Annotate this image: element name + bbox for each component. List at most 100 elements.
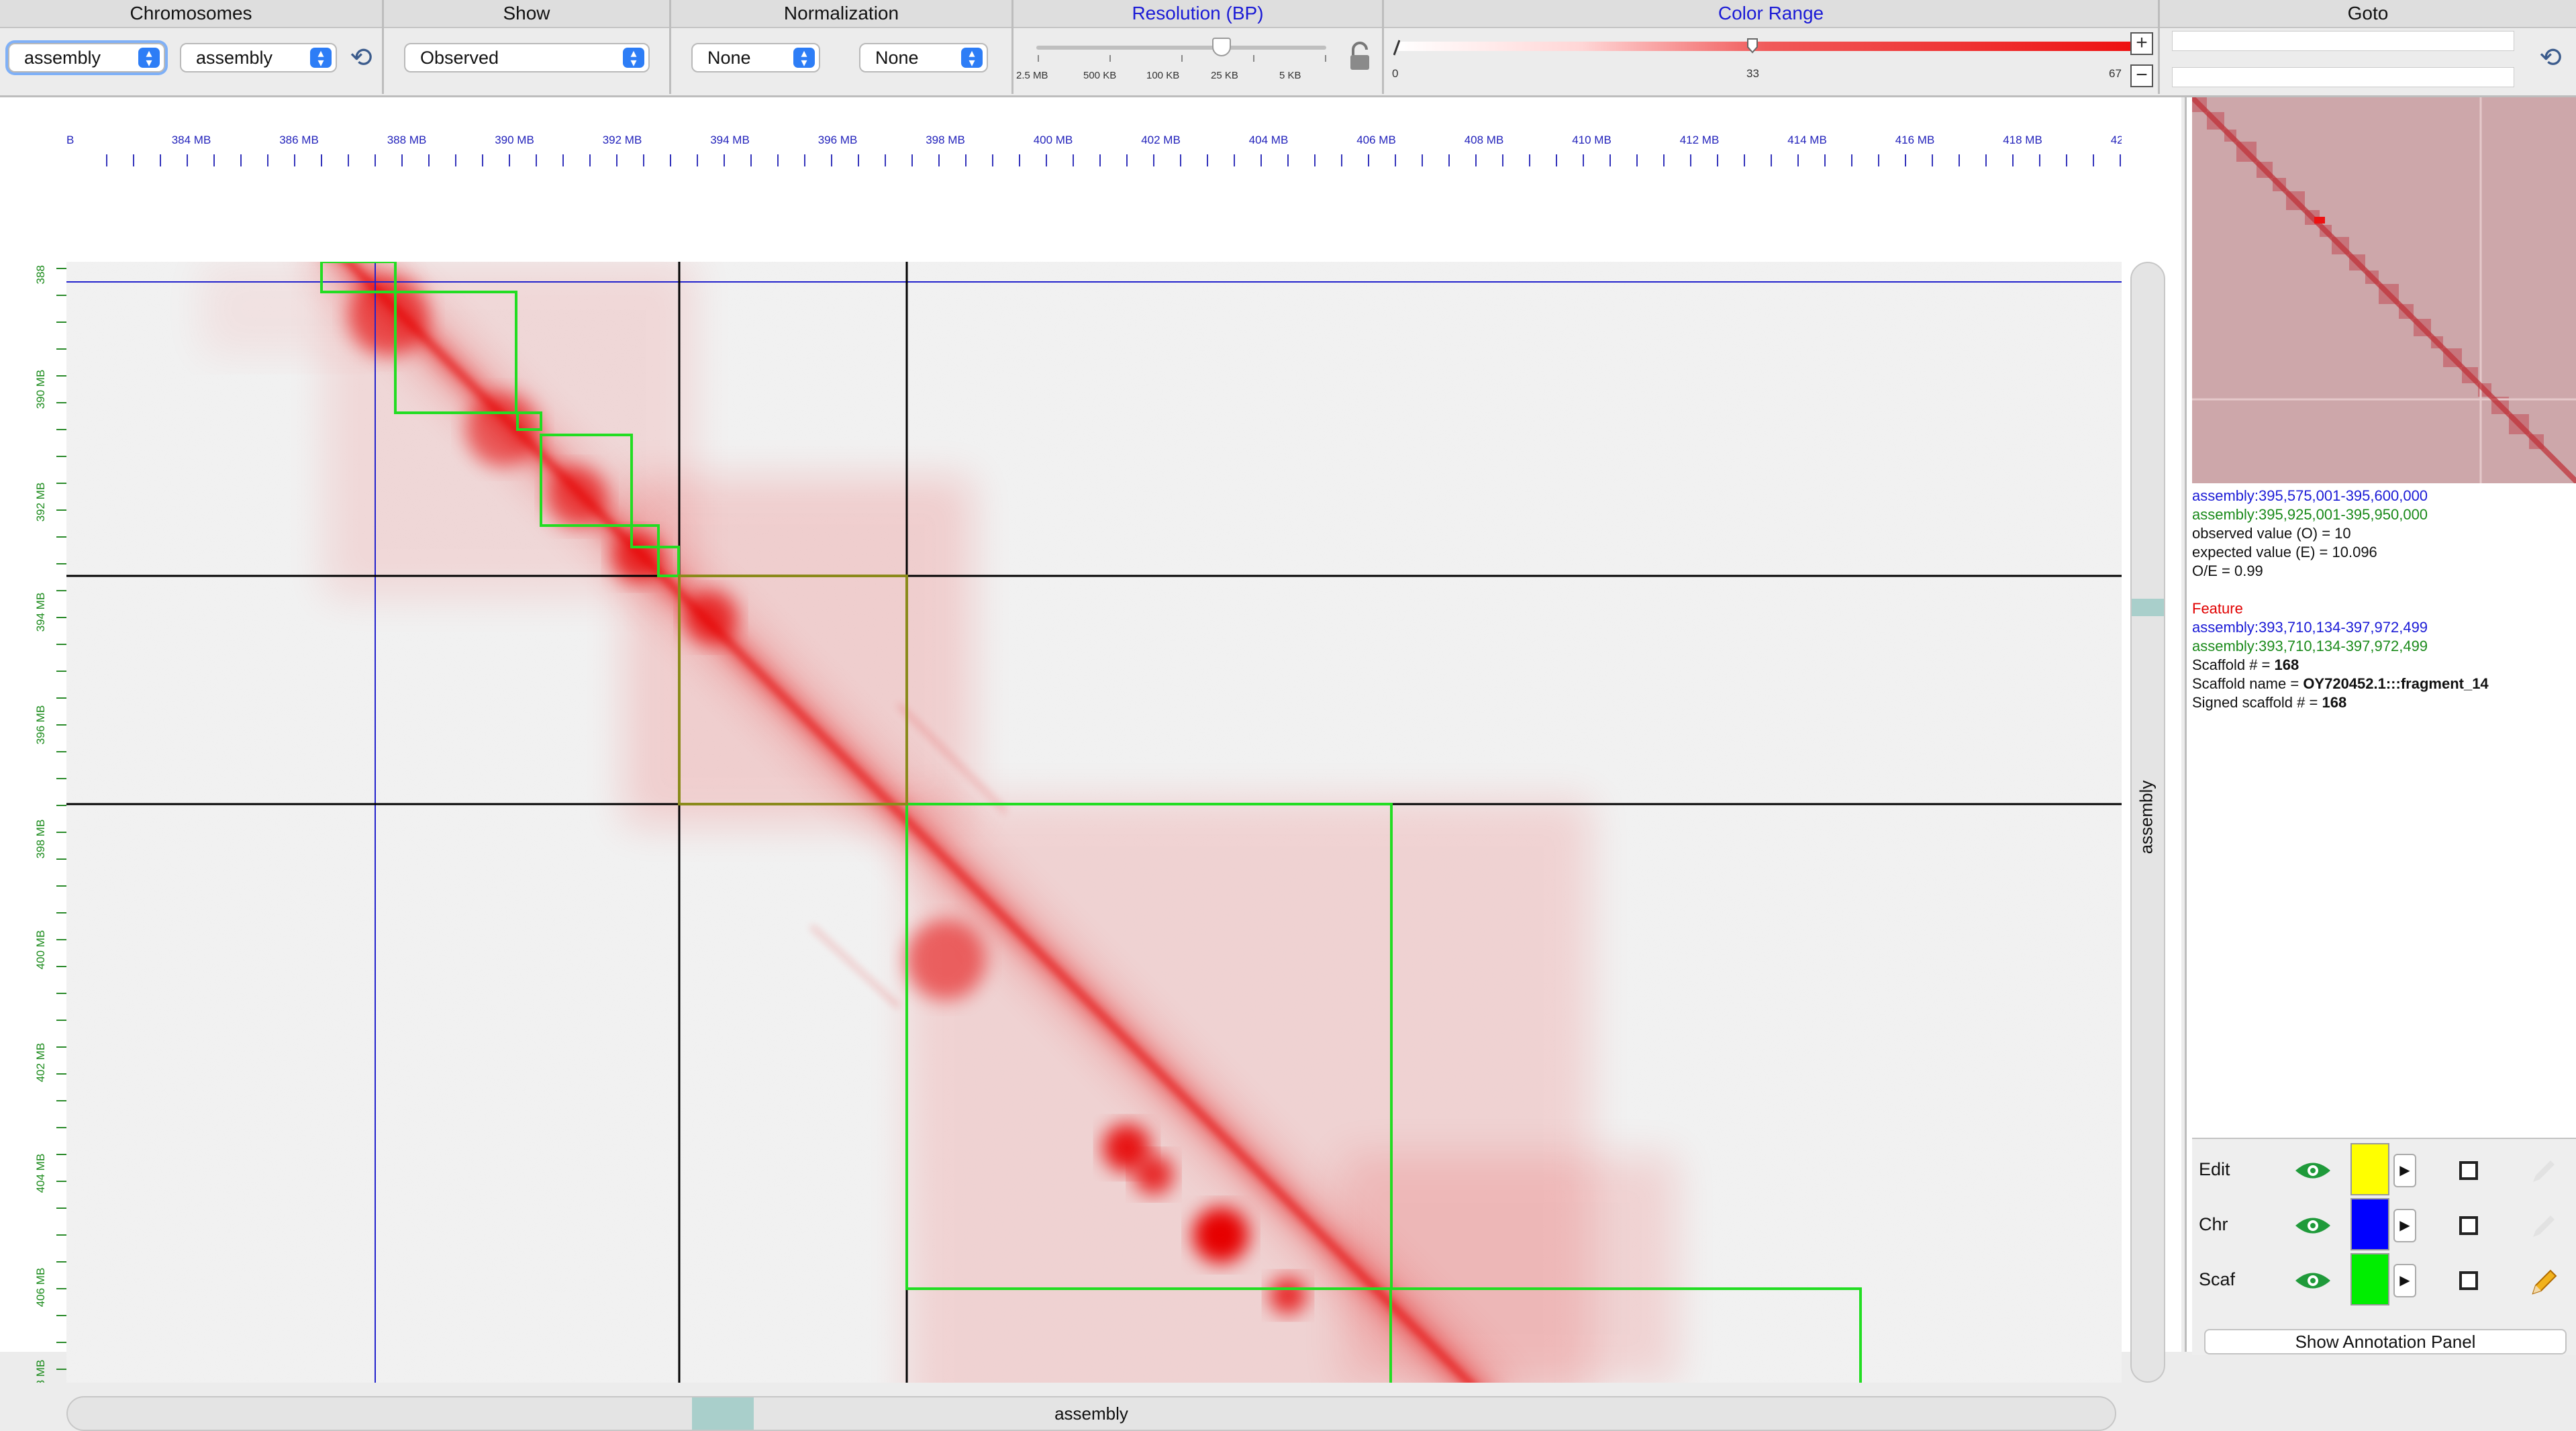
normalization-y-select[interactable]: None ▴ ▾	[859, 43, 988, 72]
normalization-section: Normalization None ▴ ▾ None ▴ ▾	[671, 0, 1013, 94]
show-select[interactable]: Observed ▴ ▾	[404, 43, 650, 72]
heat-spot	[348, 275, 429, 356]
left-axis-label: 396 MB	[34, 705, 47, 745]
normalization-header: Normalization	[671, 0, 1011, 28]
annotation-label: Edit	[2199, 1159, 2230, 1179]
annotation-color-swatch[interactable]	[2350, 1253, 2389, 1305]
top-axis-label: 406 MB	[1356, 134, 1396, 146]
goto-x-input[interactable]	[2172, 31, 2514, 51]
chromosome-x-select[interactable]: assembly ▴ ▾	[8, 43, 165, 72]
pencil-icon[interactable]	[2528, 1265, 2560, 1297]
color-range-min-handle[interactable]	[1393, 39, 1400, 56]
chevron-updown-icon: ▴ ▾	[138, 47, 160, 68]
show-section: Show Observed ▴ ▾	[384, 0, 671, 94]
left-axis-label: 400 MB	[34, 930, 47, 970]
play-icon[interactable]: ▶	[2393, 1154, 2416, 1187]
goto-y-input[interactable]	[2172, 67, 2514, 87]
pencil-icon[interactable]	[2528, 1155, 2560, 1187]
scaffold-number-label: Scaffold # =	[2192, 656, 2275, 673]
info-panel: assembly:395,575,001-395,600,000 assembl…	[2192, 487, 2568, 712]
top-axis-label: 386 MB	[279, 134, 319, 146]
signed-scaffold-line: Signed scaffold # = 168	[2192, 693, 2568, 712]
thumbnail-viewport[interactable]	[2314, 217, 2325, 224]
top-axis-label: 402 MB	[1141, 134, 1181, 146]
left-axis-label: 408 MB	[34, 1360, 47, 1383]
chevron-updown-icon: ▴ ▾	[310, 47, 332, 68]
color-range-mid-label: 33	[1746, 67, 1759, 80]
feature-title: Feature	[2192, 600, 2243, 617]
y-range: assembly:395,925,001-395,950,000	[2192, 506, 2428, 523]
color-range-plus-button[interactable]: +	[2130, 32, 2153, 55]
contact-heatmap[interactable]	[66, 262, 2122, 1383]
top-axis-label: 414 MB	[1787, 134, 1827, 146]
annotation-checkbox[interactable]	[2459, 1216, 2478, 1235]
lock-icon[interactable]	[1346, 42, 1373, 71]
heat-spot	[905, 920, 986, 1000]
heat-region	[624, 477, 973, 826]
top-axis-label: 390 MB	[495, 134, 534, 146]
annotation-checkbox[interactable]	[2459, 1161, 2478, 1180]
annotation-checkbox[interactable]	[2459, 1271, 2478, 1290]
pencil-icon[interactable]	[2528, 1210, 2560, 1242]
chromosome-y-value: assembly	[196, 48, 273, 68]
heatmap-canvas[interactable]	[66, 262, 2122, 1383]
play-icon[interactable]: ▶	[2393, 1264, 2416, 1297]
left-ruler: 388 l 390 MB 392 MB 394 MB 396 MB 398 MB 400 M…	[34, 262, 66, 1383]
chromosomes-header: Chromosomes	[0, 0, 382, 28]
scaffold-name-label: Scaffold name =	[2192, 675, 2303, 692]
heat-spot	[1269, 1277, 1307, 1314]
top-axis-label: 384 MB	[172, 134, 211, 146]
resolution-slider-track[interactable]	[1036, 46, 1326, 50]
scaffold-number: 168	[2274, 656, 2299, 673]
thumbnail-map[interactable]	[2192, 97, 2576, 483]
res-tick	[1181, 55, 1183, 62]
eye-icon[interactable]	[2294, 1216, 2332, 1236]
vertical-scroll-label: assembly	[2136, 780, 2157, 854]
chevron-updown-icon: ▴ ▾	[961, 47, 983, 68]
expected-value: expected value (E) = 10.096	[2192, 544, 2377, 560]
oe-value: O/E = 0.99	[2192, 562, 2263, 579]
res-tick	[1253, 55, 1254, 62]
chevron-updown-icon: ▴ ▾	[793, 47, 815, 68]
annotation-controls: Edit ▶ Chr ▶ Scaf ▶ Show Annotation Pane…	[2192, 1138, 2576, 1355]
vertical-scroll-thumb[interactable]	[2132, 599, 2164, 616]
horizontal-scrollbar[interactable]: assembly	[66, 1396, 2116, 1431]
eye-icon[interactable]	[2294, 1271, 2332, 1291]
refresh-icon[interactable]: ⟲	[346, 43, 376, 72]
res-label: 500 KB	[1083, 70, 1117, 81]
vertical-scrollbar[interactable]: assembly	[2130, 262, 2165, 1383]
normalization-x-value: None	[707, 48, 751, 68]
heat-spot	[546, 466, 607, 527]
play-icon[interactable]: ▶	[2393, 1209, 2416, 1242]
scaffold-number-line: Scaffold # = 168	[2192, 656, 2568, 675]
color-range-section: Color Range 0 33 67 + −	[1384, 0, 2160, 94]
show-annotation-panel-button[interactable]: Show Annotation Panel	[2204, 1329, 2567, 1354]
heat-spot	[1193, 1207, 1249, 1263]
annotation-color-swatch[interactable]	[2350, 1143, 2389, 1195]
heat-spot	[1134, 1154, 1174, 1195]
color-range-minus-button[interactable]: −	[2130, 64, 2153, 87]
left-axis-label: 392 MB	[34, 483, 47, 522]
left-axis-label: 390 MB	[34, 370, 47, 409]
res-label: 2.5 MB	[1016, 70, 1048, 81]
feature-x-range: assembly:393,710,134-397,972,499	[2192, 619, 2428, 636]
res-tick	[1325, 55, 1326, 62]
top-axis-label: 410 MB	[1572, 134, 1612, 146]
resolution-slider-handle[interactable]	[1212, 38, 1231, 56]
top-axis-label: 418 MB	[2003, 134, 2042, 146]
goto-refresh-icon[interactable]: ⟲	[2536, 43, 2565, 72]
color-range-min-label: 0	[1392, 67, 1399, 80]
goto-header: Goto	[2160, 0, 2576, 28]
annotation-label: Chr	[2199, 1214, 2228, 1234]
annotation-color-swatch[interactable]	[2350, 1198, 2389, 1250]
color-range-bar[interactable]	[1397, 42, 2134, 51]
top-axis-label: 408 MB	[1465, 134, 1504, 146]
eye-icon[interactable]	[2294, 1161, 2332, 1181]
chromosome-y-select[interactable]: assembly ▴ ▾	[180, 43, 337, 72]
top-axis-label: 394 MB	[710, 134, 750, 146]
top-ruler: B 384 MB 386 MB 388 MB 390 MB 392 MB 394 MB 396…	[66, 134, 2122, 166]
toolbar: Chromosomes assembly ▴ ▾ assembly ▴ ▾ ⟲ Sh…	[0, 0, 2576, 97]
color-range-mid-handle[interactable]	[1745, 36, 1760, 54]
thumbnail-canvas	[2192, 97, 2576, 483]
normalization-x-select[interactable]: None ▴ ▾	[691, 43, 820, 72]
